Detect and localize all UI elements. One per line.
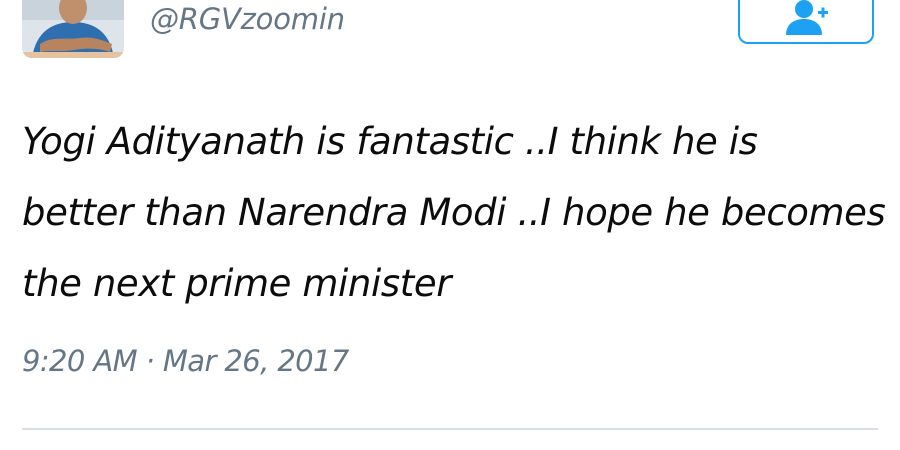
follow-user-icon	[784, 0, 828, 37]
tweet-text-line: better than Narendra Modi ..I hope he be…	[22, 191, 886, 234]
avatar[interactable]	[22, 0, 124, 58]
tweet-timestamp[interactable]: 9:20 AM · Mar 26, 2017	[22, 344, 349, 378]
user-handle[interactable]: @RGVzoomin	[150, 2, 345, 36]
follow-button[interactable]	[738, 0, 874, 44]
tweet-text-line: Yogi Adityanath is fantastic ..I think h…	[22, 120, 758, 163]
tweet-text: Yogi Adityanath is fantastic ..I think h…	[22, 106, 886, 319]
divider	[22, 428, 878, 430]
tweet-text-line: the next prime minister	[22, 262, 452, 305]
